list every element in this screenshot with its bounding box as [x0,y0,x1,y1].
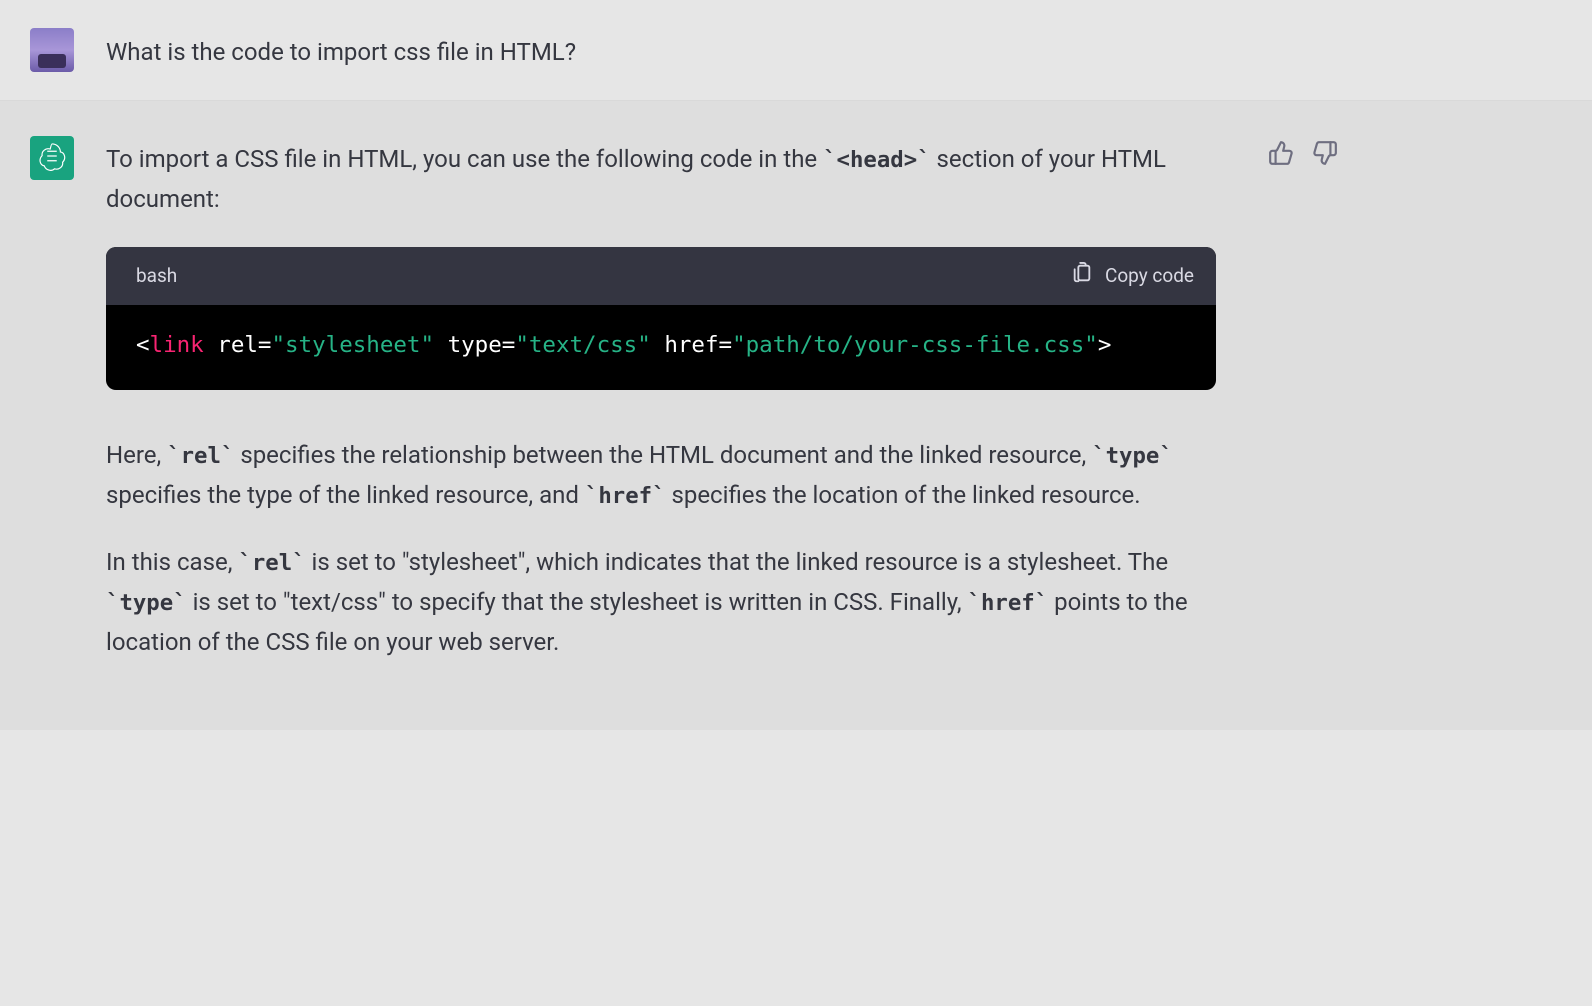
code-token: = [502,332,516,358]
inline-code-head: <head> [823,147,930,173]
clipboard-icon [1071,262,1093,289]
copy-code-label: Copy code [1105,264,1194,287]
feedback-buttons [1268,136,1346,166]
inline-code-type: type [106,590,187,616]
assistant-message-row: To import a CSS file in HTML, you can us… [0,101,1592,730]
assistant-avatar [30,136,74,180]
thumbs-down-button[interactable] [1312,140,1338,166]
assistant-content: To import a CSS file in HTML, you can us… [106,136,1236,690]
code-token: < [136,332,150,358]
code-token: "path/to/your-css-file.css" [732,332,1098,358]
code-token: "stylesheet" [271,332,434,358]
code-block-header: bash Copy code [106,247,1216,304]
code-language-label: bash [136,260,177,291]
code-token: = [258,332,272,358]
code-token: href [664,332,718,358]
code-token [651,332,665,358]
code-token: > [1098,332,1112,358]
thumbs-down-icon [1312,154,1338,169]
code-token [434,332,448,358]
assistant-paragraph-2: Here, rel specifies the relationship bet… [106,436,1216,515]
thumbs-up-icon [1268,154,1294,169]
code-token [204,332,218,358]
text-span: To import a CSS file in HTML, you can us… [106,145,823,173]
user-message-row: What is the code to import css file in H… [0,0,1592,101]
text-span: In this case, [106,548,238,576]
code-block: bash Copy code <link rel="stylesheet" ty… [106,247,1216,390]
assistant-intro-paragraph: To import a CSS file in HTML, you can us… [106,136,1216,219]
user-content: What is the code to import css file in H… [106,28,1236,71]
inline-code-href: href [585,483,666,509]
text-span: is set to "stylesheet", which indicates … [306,548,1168,576]
copy-code-button[interactable]: Copy code [1071,262,1194,289]
openai-logo-icon [37,141,67,176]
text-span: is set to "text/css" to specify that the… [187,588,968,616]
code-token: link [150,332,204,358]
inline-code-rel: rel [238,550,305,576]
text-span: specifies the location of the linked res… [666,481,1141,509]
inline-code-type: type [1092,443,1173,469]
text-span: specifies the relationship between the H… [234,441,1092,469]
user-avatar [30,28,74,72]
code-token: rel [217,332,258,358]
assistant-paragraph-3: In this case, rel is set to "stylesheet"… [106,543,1216,662]
user-question-text: What is the code to import css file in H… [106,28,1236,71]
text-span: specifies the type of the linked resourc… [106,481,585,509]
inline-code-rel: rel [167,443,234,469]
inline-code-href: href [968,590,1049,616]
code-token: type [448,332,502,358]
text-span: Here, [106,441,167,469]
code-token: = [719,332,733,358]
code-block-body[interactable]: <link rel="stylesheet" type="text/css" h… [106,305,1216,391]
thumbs-up-button[interactable] [1268,140,1294,166]
code-token: "text/css" [515,332,650,358]
